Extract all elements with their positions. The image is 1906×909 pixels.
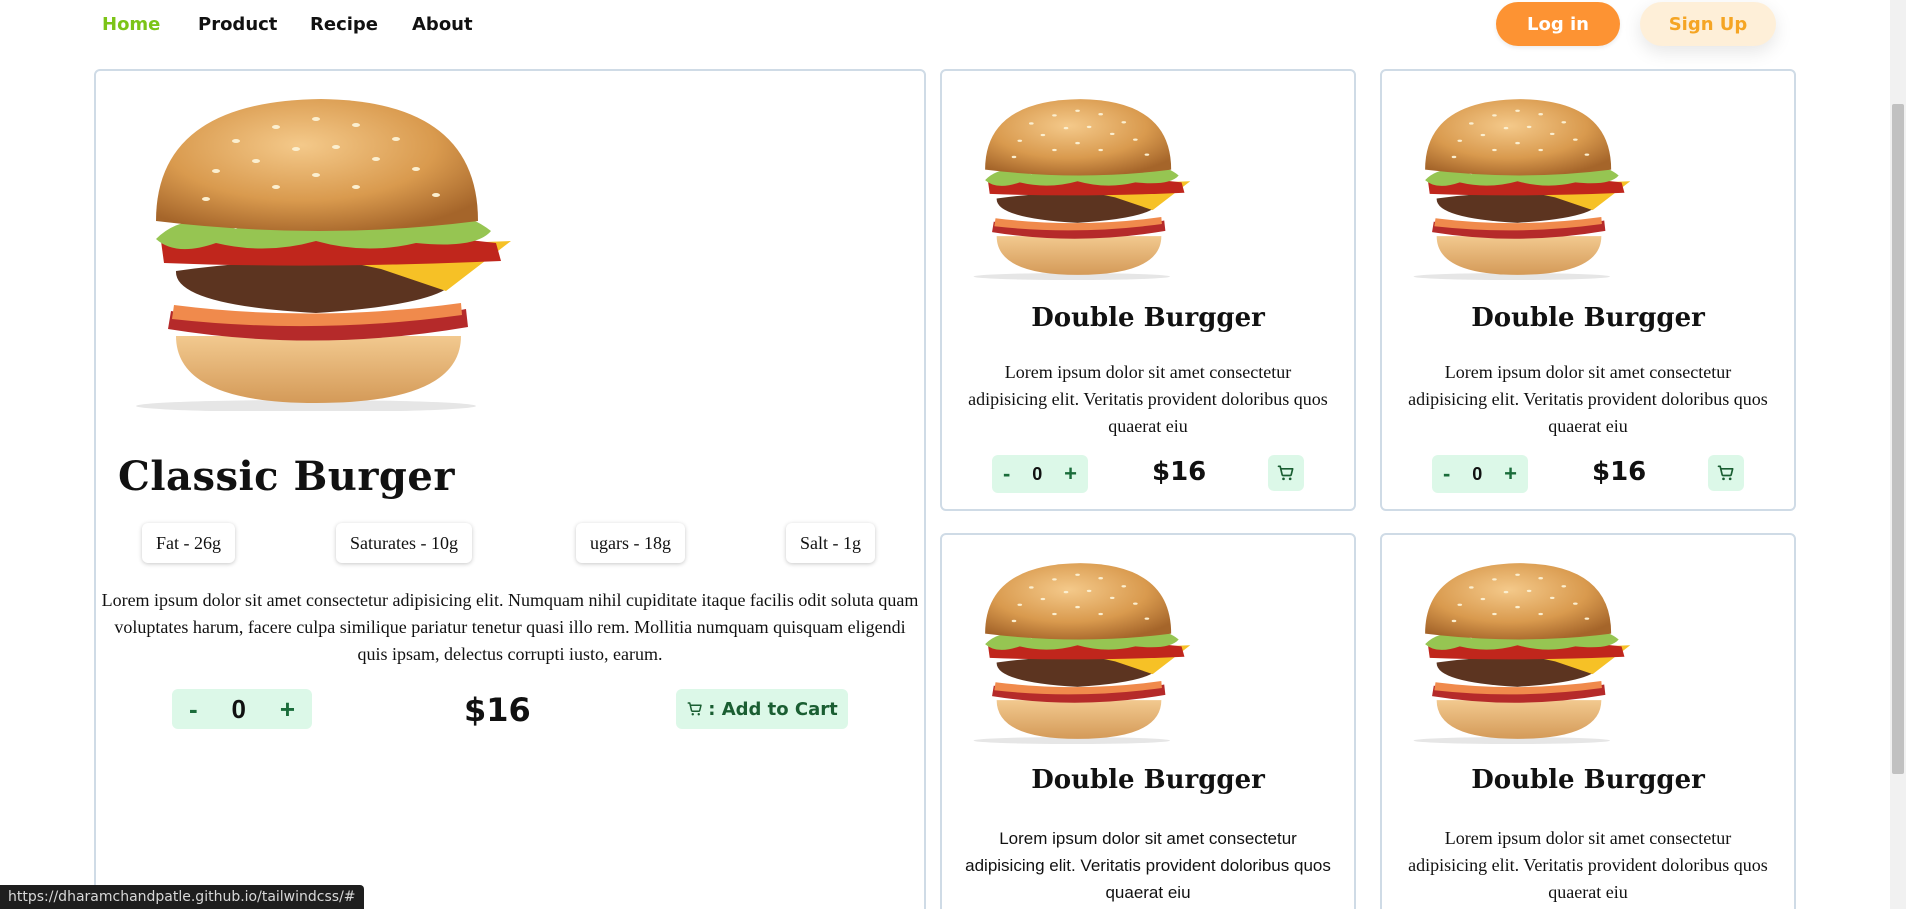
nutrient-chip-saturates: Saturates - 10g: [336, 523, 472, 563]
featured-product-card: Classic Burger Fat - 26g Saturates - 10g…: [94, 69, 926, 909]
nav-link-recipe[interactable]: Recipe: [310, 14, 378, 35]
login-button[interactable]: Log in: [1496, 2, 1620, 46]
card-title: Double Burgger: [1031, 303, 1265, 333]
product-title: Classic Burger: [118, 453, 455, 500]
nutrient-chip-sugars: ugars - 18g: [576, 523, 685, 563]
burger-image: [1402, 551, 1662, 751]
quantity-stepper: - 0 +: [992, 455, 1088, 493]
add-to-cart-button[interactable]: : Add to Cart: [676, 689, 848, 729]
add-to-cart-label: : Add to Cart: [708, 698, 838, 720]
signup-button[interactable]: Sign Up: [1640, 2, 1776, 46]
card-description: Lorem ipsum dolor sit amet consectetur a…: [968, 362, 1328, 436]
nutrient-chip-fat: Fat - 26g: [142, 523, 235, 563]
product-price: $16: [464, 691, 531, 729]
card-description: Lorem ipsum dolor sit amet consectetur a…: [965, 829, 1331, 902]
card-price: $16: [1152, 457, 1207, 487]
nav-link-about[interactable]: About: [412, 14, 473, 35]
page-scrollbar[interactable]: [1890, 0, 1906, 909]
card-description: Lorem ipsum dolor sit amet consectetur a…: [1408, 362, 1768, 436]
product-card: Double Burgger Lorem ipsum dolor sit ame…: [940, 69, 1356, 511]
increment-button[interactable]: +: [280, 694, 295, 725]
cart-icon: [1716, 463, 1736, 483]
increment-button[interactable]: +: [1504, 461, 1517, 487]
nav-link-product[interactable]: Product: [198, 14, 277, 35]
decrement-button[interactable]: -: [1003, 461, 1010, 487]
quantity-value: 0: [1472, 463, 1483, 484]
quantity-stepper: - 0 +: [172, 689, 312, 729]
nutrient-chip-salt: Salt - 1g: [786, 523, 875, 563]
cart-icon: [686, 700, 704, 718]
product-description: Lorem ipsum dolor sit amet consectetur a…: [101, 590, 919, 664]
card-title: Double Burgger: [1031, 765, 1265, 795]
product-card: Double Burgger Lorem ipsum dolor sit ame…: [1380, 69, 1796, 511]
card-price: $16: [1592, 457, 1647, 487]
card-description: Lorem ipsum dolor sit amet consectetur a…: [1408, 828, 1768, 902]
card-title: Double Burgger: [1471, 303, 1705, 333]
decrement-button[interactable]: -: [1443, 461, 1450, 487]
quantity-stepper: - 0 +: [1432, 455, 1528, 493]
burger-image: [116, 91, 566, 411]
add-to-cart-button[interactable]: [1268, 455, 1304, 491]
quantity-value: 0: [231, 693, 246, 724]
product-card: Double Burgger Lorem ipsum dolor sit ame…: [1380, 533, 1796, 909]
top-nav: Home Product Recipe About Log in Sign Up: [0, 0, 1890, 52]
nav-link-home[interactable]: Home: [102, 14, 160, 35]
scrollbar-thumb[interactable]: [1892, 104, 1904, 774]
decrement-button[interactable]: -: [189, 694, 198, 725]
add-to-cart-button[interactable]: [1708, 455, 1744, 491]
product-card: Double Burgger Lorem ipsum dolor sit ame…: [940, 533, 1356, 909]
cart-icon: [1276, 463, 1296, 483]
quantity-value: 0: [1032, 463, 1043, 484]
burger-image: [962, 87, 1222, 287]
link-status-url: https://dharamchandpatle.github.io/tailw…: [0, 885, 364, 909]
card-title: Double Burgger: [1471, 765, 1705, 795]
burger-image: [962, 551, 1222, 751]
burger-image: [1402, 87, 1662, 287]
increment-button[interactable]: +: [1064, 461, 1077, 487]
